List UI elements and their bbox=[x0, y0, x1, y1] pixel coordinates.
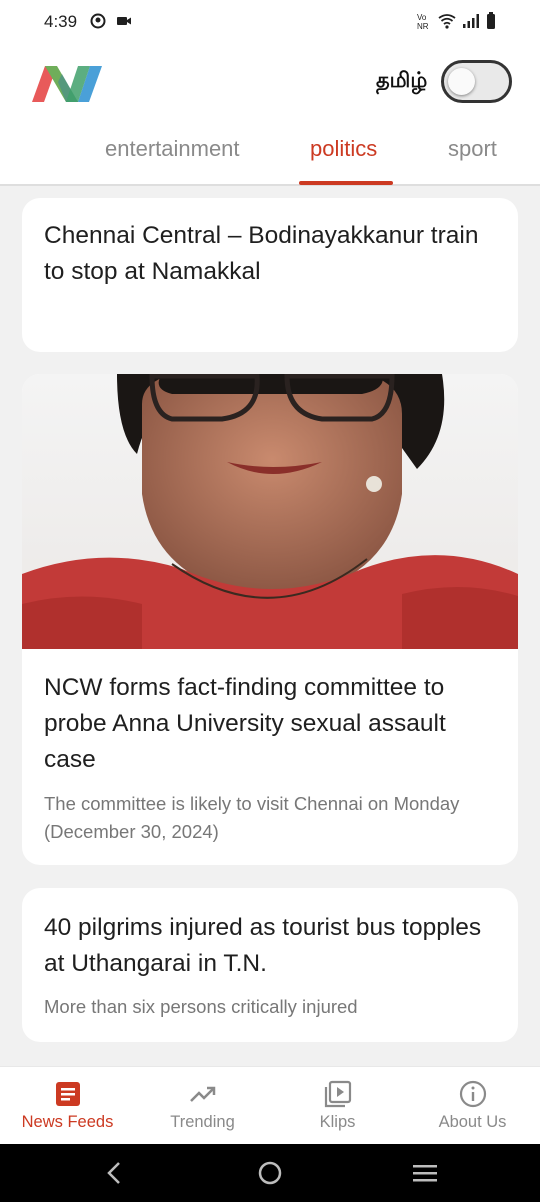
vonr-top-text: Vo bbox=[417, 13, 427, 22]
language-label: தமிழ் bbox=[376, 68, 428, 92]
article-subtitle: The committee is likely to visit Chennai… bbox=[44, 793, 460, 842]
news-card[interactable]: 40 pilgrims injured as tourist bus toppl… bbox=[22, 888, 518, 1042]
nav-klips[interactable]: Klips bbox=[270, 1067, 405, 1145]
language-toggle[interactable] bbox=[441, 60, 512, 103]
vonr-bottom-text: NR bbox=[417, 22, 429, 30]
article-subtitle: More than six persons critically injured bbox=[44, 996, 358, 1017]
nav-label: Klips bbox=[319, 1113, 356, 1131]
bottom-navigation: News Feeds Trending Klips About Us bbox=[0, 1066, 540, 1144]
tab-sport[interactable]: sport bbox=[448, 136, 497, 162]
toggle-knob bbox=[448, 68, 475, 95]
news-feed-icon bbox=[56, 1082, 80, 1106]
nav-about-us[interactable]: About Us bbox=[405, 1067, 540, 1145]
category-tabs: entertainment politics sport bbox=[0, 124, 540, 186]
news-card[interactable]: NCW forms fact-finding committee to prob… bbox=[22, 374, 518, 865]
battery-icon bbox=[487, 12, 495, 29]
status-time: 4:39 bbox=[44, 12, 78, 31]
home-icon[interactable] bbox=[255, 1158, 285, 1188]
nav-label: Trending bbox=[170, 1113, 235, 1131]
nav-trending[interactable]: Trending bbox=[135, 1067, 270, 1145]
info-icon bbox=[459, 1080, 487, 1108]
vonr-icon: Vo NR bbox=[417, 13, 429, 30]
nav-label: About Us bbox=[438, 1113, 507, 1131]
recents-icon[interactable] bbox=[410, 1158, 440, 1188]
article-title: Chennai Central – Bodinayakkanur train t… bbox=[44, 222, 479, 285]
notification-circle-icon bbox=[90, 13, 106, 29]
back-icon[interactable] bbox=[100, 1158, 130, 1188]
klips-video-icon bbox=[324, 1080, 352, 1108]
article-title: NCW forms fact-finding committee to prob… bbox=[44, 674, 446, 773]
app-logo bbox=[32, 66, 102, 102]
trending-icon bbox=[190, 1086, 216, 1102]
video-recorder-icon bbox=[117, 17, 131, 25]
signal-icon bbox=[463, 14, 479, 28]
status-bar: 4:39 Vo NR bbox=[0, 0, 540, 44]
app-header: தமிழ் bbox=[0, 44, 540, 124]
nav-news-feeds[interactable]: News Feeds bbox=[0, 1067, 135, 1145]
nav-label: News Feeds bbox=[21, 1113, 114, 1131]
tab-entertainment[interactable]: entertainment bbox=[105, 136, 240, 162]
system-navigation-bar bbox=[0, 1144, 540, 1202]
article-image bbox=[22, 374, 518, 649]
tab-politics[interactable]: politics bbox=[310, 136, 377, 162]
news-card[interactable]: Chennai Central – Bodinayakkanur train t… bbox=[22, 198, 518, 352]
wifi-icon bbox=[438, 14, 456, 29]
active-tab-indicator bbox=[299, 181, 393, 185]
article-title: 40 pilgrims injured as tourist bus toppl… bbox=[44, 914, 482, 977]
